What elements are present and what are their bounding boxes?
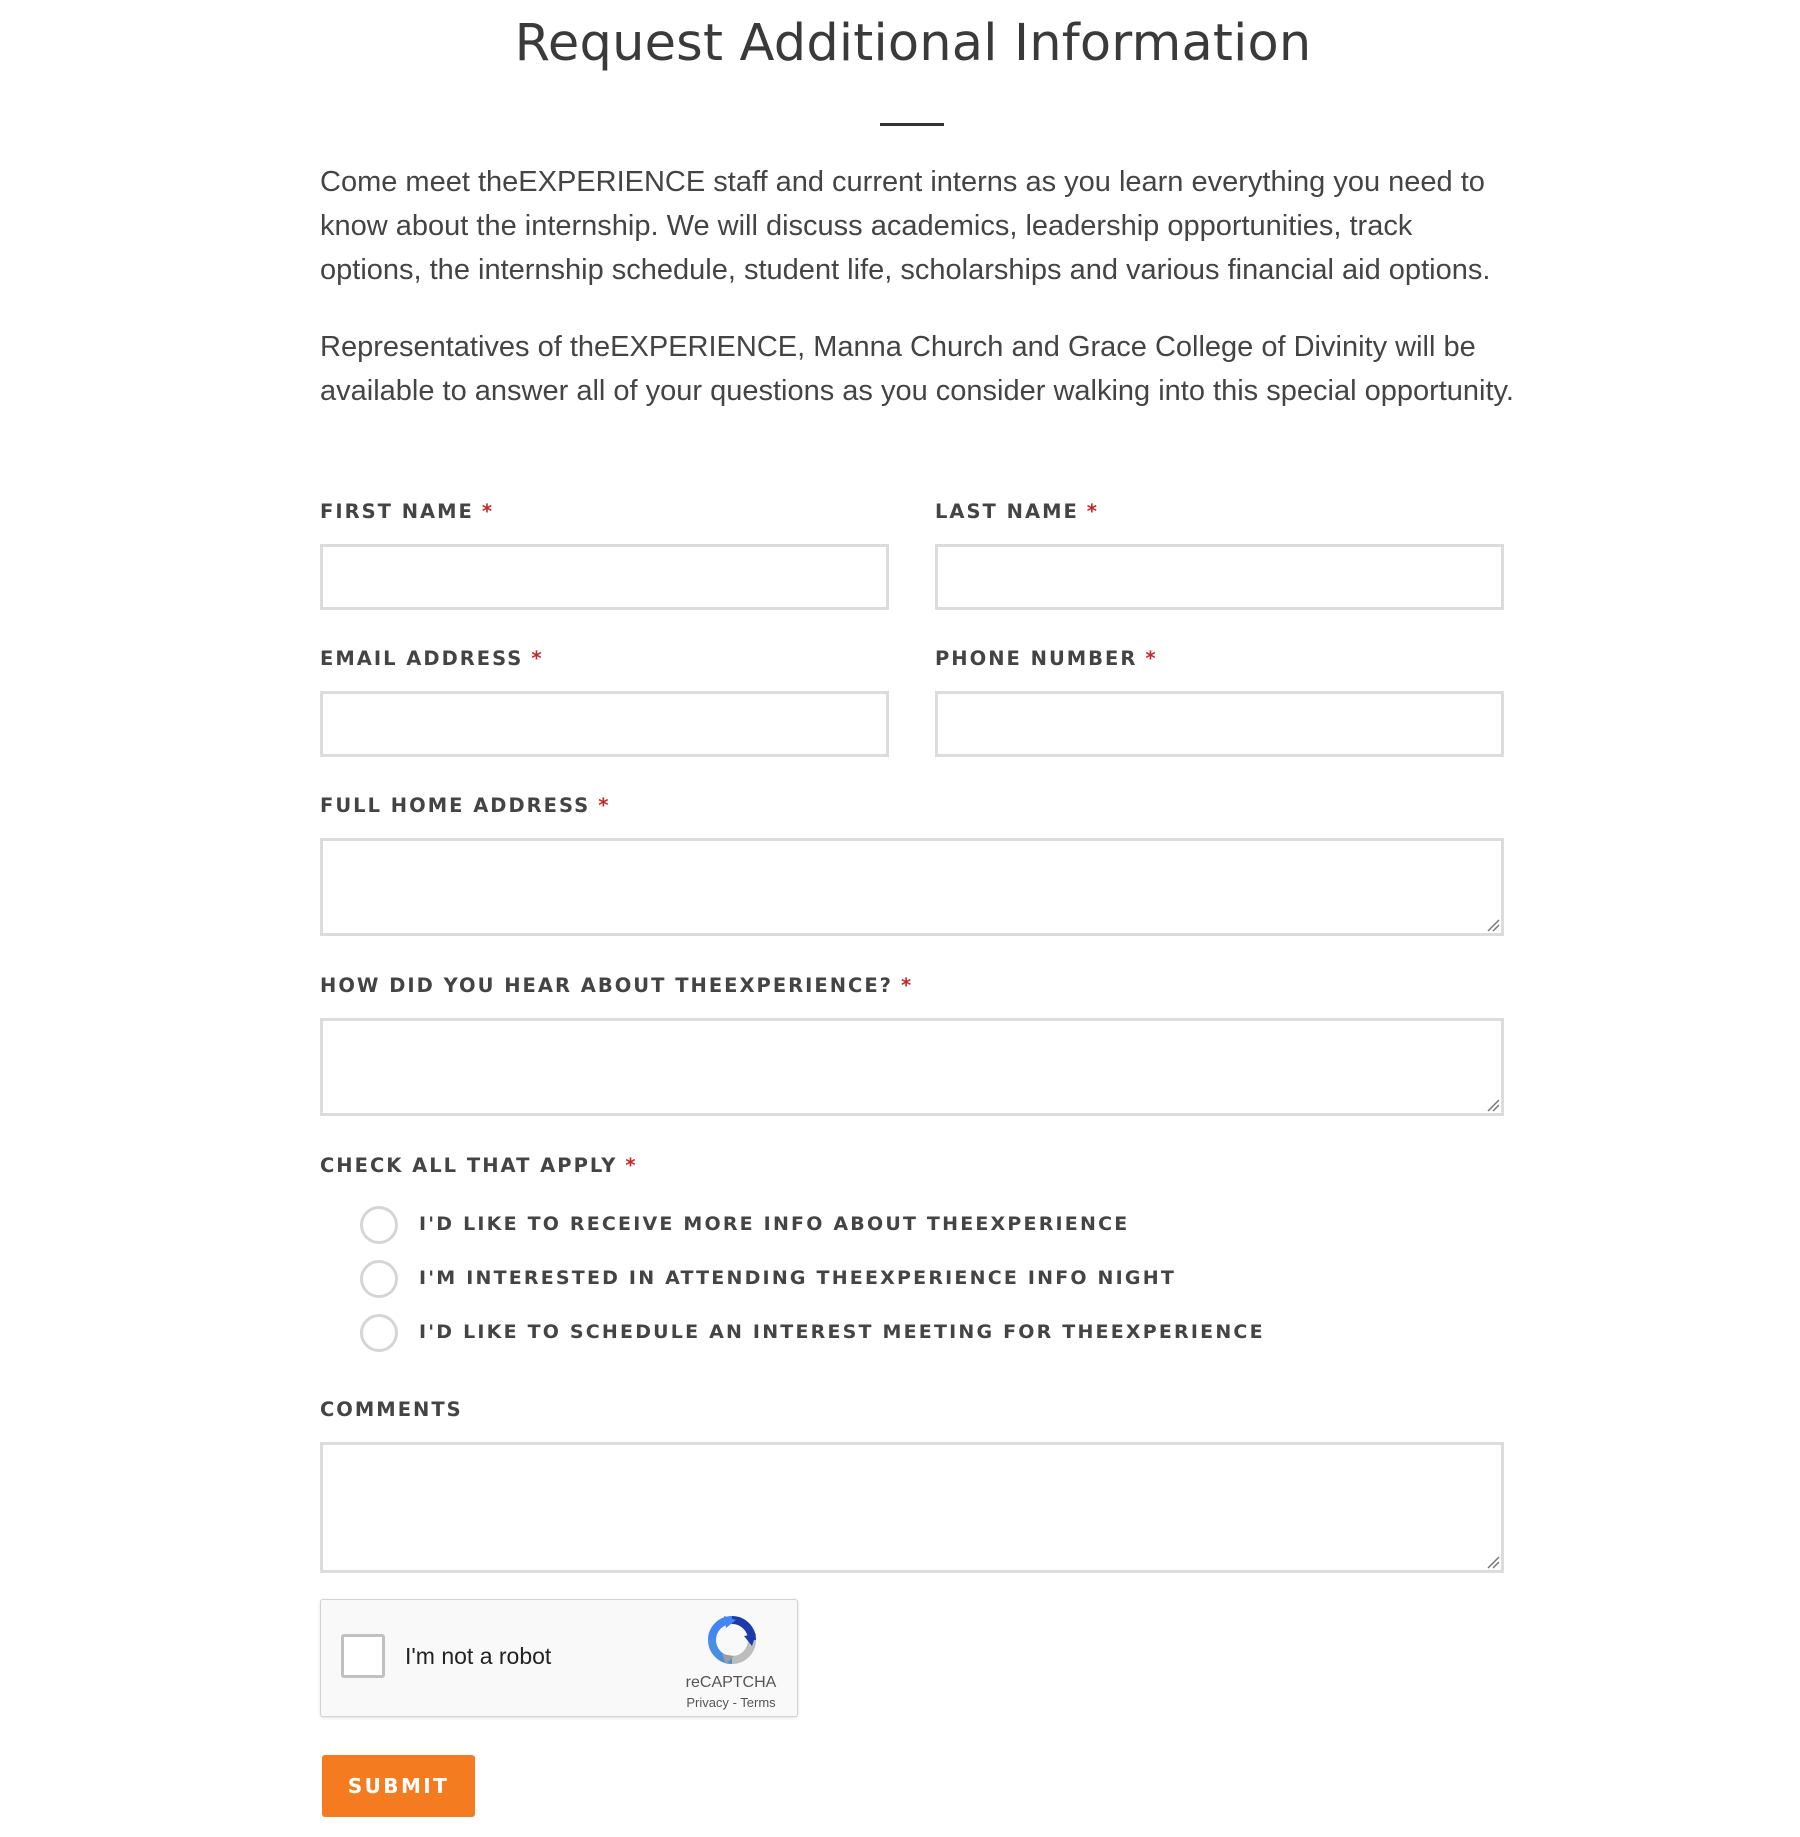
first-name-label: FIRST NAME * — [320, 500, 494, 523]
email-label: EMAIL ADDRESS * — [320, 647, 544, 670]
required-asterisk: * — [481, 500, 495, 523]
email-label-text: EMAIL ADDRESS — [320, 647, 524, 670]
request-info-page: Request Additional Information Come meet… — [0, 0, 1800, 1837]
phone-input[interactable] — [935, 691, 1504, 757]
recaptcha-link-separator: - — [732, 1695, 737, 1710]
recaptcha-widget: I'm not a robot reCAPTCHA Privacy - Term… — [320, 1599, 798, 1717]
intro-paragraph-1: Come meet theEXPERIENCE staff and curren… — [320, 166, 1491, 286]
comments-label: COMMENTS — [320, 1398, 463, 1421]
email-input[interactable] — [320, 691, 889, 757]
home-address-label-text: FULL HOME ADDRESS — [320, 794, 591, 817]
phone-label: PHONE NUMBER * — [935, 647, 1158, 670]
required-asterisk: * — [598, 794, 611, 817]
required-asterisk: * — [1145, 647, 1158, 670]
heard-about-label: HOW DID YOU HEAR ABOUT THEEXPERIENCE? * — [320, 974, 913, 997]
check-all-label: CHECK ALL THAT APPLY * — [320, 1154, 638, 1177]
recaptcha-privacy-link[interactable]: Privacy — [686, 1695, 729, 1710]
option-label: I'D LIKE TO SCHEDULE AN INTEREST MEETING… — [419, 1321, 1265, 1343]
intro-paragraph-2: Representatives of theEXPERIENCE, Manna … — [320, 331, 1514, 407]
option-label: I'M INTERESTED IN ATTENDING THEEXPERIENC… — [419, 1267, 1176, 1289]
required-asterisk: * — [625, 1154, 638, 1177]
comments-textarea[interactable] — [320, 1442, 1504, 1573]
recaptcha-terms-link[interactable]: Terms — [740, 1695, 775, 1710]
required-asterisk: * — [531, 647, 544, 670]
heard-about-label-text: HOW DID YOU HEAR ABOUT THEEXPERIENCE? — [320, 974, 893, 997]
first-name-input[interactable] — [320, 544, 889, 610]
home-address-label: FULL HOME ADDRESS * — [320, 794, 610, 817]
title-divider — [880, 123, 944, 126]
recaptcha-checkbox[interactable] — [341, 1634, 385, 1678]
last-name-input[interactable] — [935, 544, 1504, 610]
recaptcha-label: I'm not a robot — [405, 1643, 552, 1669]
option-circle[interactable] — [360, 1260, 398, 1298]
option-circle[interactable] — [360, 1206, 398, 1244]
required-asterisk: * — [1086, 500, 1099, 523]
required-asterisk: * — [901, 974, 914, 997]
heard-about-textarea[interactable] — [320, 1018, 1504, 1116]
last-name-label-text: LAST NAME — [935, 500, 1079, 523]
phone-label-text: PHONE NUMBER — [935, 647, 1138, 670]
page-title: Request Additional Information — [514, 14, 1312, 73]
option-label: I'D LIKE TO RECEIVE MORE INFO ABOUT THEE… — [419, 1213, 1130, 1235]
first-name-label-text: FIRST NAME — [320, 500, 474, 523]
submit-button[interactable]: SUBMIT — [322, 1755, 475, 1817]
comments-label-text: COMMENTS — [320, 1398, 463, 1421]
option-circle[interactable] — [360, 1314, 398, 1352]
recaptcha-links: Privacy - Terms — [661, 1695, 801, 1710]
last-name-label: LAST NAME * — [935, 500, 1099, 523]
recaptcha-logo-icon — [708, 1616, 756, 1664]
recaptcha-brand: reCAPTCHA — [685, 1674, 777, 1691]
home-address-textarea[interactable] — [320, 838, 1504, 936]
check-all-label-text: CHECK ALL THAT APPLY — [320, 1154, 618, 1177]
